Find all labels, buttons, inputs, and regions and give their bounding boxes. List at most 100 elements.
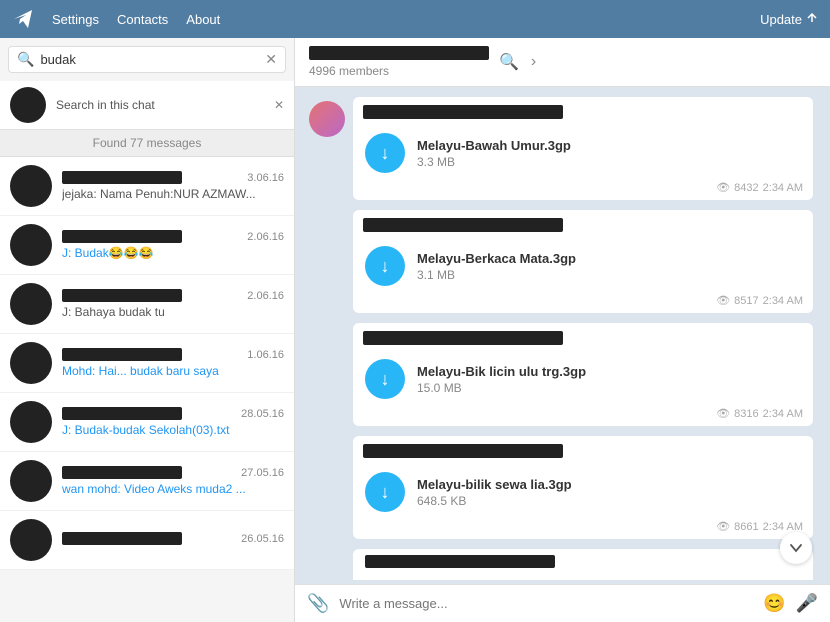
search-icon: 🔍 (17, 51, 34, 68)
sender-name-bar (363, 444, 563, 458)
views-icon: 👁 (716, 407, 730, 420)
list-item[interactable]: 3.06.16 jejaka: Nama Penuh:NUR AZMAW... (0, 157, 294, 216)
chat-name-bar (62, 348, 182, 361)
avatar (10, 460, 52, 502)
sender-name-bar (363, 218, 563, 232)
update-button[interactable]: Update (760, 12, 818, 27)
more-options-icon[interactable]: › (531, 53, 536, 71)
message-block: ↓ Melayu-Bawah Umur.3gp 3.3 MB 👁 8432 2:… (353, 97, 813, 200)
menu-settings[interactable]: Settings (52, 12, 99, 27)
file-name: Melayu-Bawah Umur.3gp (417, 138, 801, 153)
message-time: 2:34 AM (763, 521, 803, 533)
search-bar: 🔍 ✕ (8, 46, 286, 73)
avatar (309, 101, 345, 137)
message-block: ↓ Melayu-bilik sewa lia.3gp 648.5 KB 👁 8… (353, 436, 813, 539)
download-button[interactable]: ↓ (365, 133, 405, 173)
member-count: 4996 members (309, 64, 489, 78)
chat-date: 2.06.16 (247, 231, 284, 243)
scroll-down-button[interactable] (780, 532, 812, 564)
sender-name-bar (363, 105, 563, 119)
avatar (10, 165, 52, 207)
chat-date: 1.06.16 (247, 349, 284, 361)
list-item[interactable]: 28.05.16 J: Budak-budak Sekolah(03).txt (0, 393, 294, 452)
list-item[interactable]: 2.06.16 J: Budak😂😂😂 (0, 216, 294, 275)
view-count: 8661 (734, 521, 758, 533)
close-search-icon[interactable]: ✕ (274, 98, 284, 112)
search-in-chat-label: Search in this chat (56, 98, 155, 112)
sender-name-bar (365, 555, 555, 568)
chat-list: 3.06.16 jejaka: Nama Penuh:NUR AZMAW... … (0, 157, 294, 622)
main-layout: 🔍 ✕ Search in this chat ✕ Found 77 messa… (0, 38, 830, 622)
message-block: ↓ Melayu-Berkaca Mata.3gp 3.1 MB 👁 8517 … (353, 210, 813, 313)
avatar (10, 283, 52, 325)
chat-name-bar (62, 532, 182, 545)
chevron-down-icon (789, 541, 803, 555)
message-block-partial (353, 549, 813, 580)
chat-date: 27.05.16 (241, 467, 284, 479)
right-panel: 4996 members 🔍 › (295, 38, 830, 622)
list-item[interactable]: 1.06.16 Mohd: Hai... budak baru saya (0, 334, 294, 393)
chat-name-bar (62, 407, 182, 420)
chat-preview: wan mohd: Video Aweks muda2 ... (62, 482, 284, 496)
search-in-chat-row: Search in this chat ✕ (0, 81, 294, 130)
view-count: 8316 (734, 408, 758, 420)
list-item[interactable]: 26.05.16 (0, 511, 294, 570)
avatar (10, 224, 52, 266)
found-messages-bar: Found 77 messages (0, 130, 294, 157)
list-item[interactable]: 27.05.16 wan mohd: Video Aweks muda2 ... (0, 452, 294, 511)
chat-name-bar (62, 289, 182, 302)
view-count: 8432 (734, 182, 758, 194)
views-icon: 👁 (716, 294, 730, 307)
avatar (10, 519, 52, 561)
message-input-bar: 📎 😊 🎤 (295, 584, 830, 622)
download-button[interactable]: ↓ (365, 359, 405, 399)
clear-search-icon[interactable]: ✕ (265, 51, 277, 68)
message-group-partial (309, 549, 816, 580)
attach-icon[interactable]: 📎 (307, 593, 329, 614)
emoji-icon[interactable]: 😊 (763, 593, 785, 614)
menu-contacts[interactable]: Contacts (117, 12, 168, 27)
microphone-icon[interactable]: 🎤 (796, 593, 818, 614)
file-name: Melayu-Berkaca Mata.3gp (417, 251, 801, 266)
menu-bar: Settings Contacts About Update (0, 0, 830, 38)
download-button[interactable]: ↓ (365, 472, 405, 512)
message-group: ↓ Melayu-Berkaca Mata.3gp 3.1 MB 👁 8517 … (309, 210, 816, 313)
message-time: 2:34 AM (763, 182, 803, 194)
sender-name-bar (363, 331, 563, 345)
views-icon: 👁 (716, 181, 730, 194)
chat-preview: J: Budak😂😂😂 (62, 246, 284, 260)
left-panel: 🔍 ✕ Search in this chat ✕ Found 77 messa… (0, 38, 295, 622)
chat-preview: jejaka: Nama Penuh:NUR AZMAW... (62, 187, 284, 201)
message-group: ↓ Melayu-Bawah Umur.3gp 3.3 MB 👁 8432 2:… (309, 97, 816, 200)
view-count: 8517 (734, 295, 758, 307)
chat-avatar-small (10, 87, 46, 123)
file-name: Melayu-bilik sewa lia.3gp (417, 477, 801, 492)
chat-date: 26.05.16 (241, 533, 284, 545)
telegram-logo-icon (12, 8, 34, 30)
file-size: 3.1 MB (417, 268, 801, 282)
chat-preview: J: Budak-budak Sekolah(03).txt (62, 423, 284, 437)
file-size: 3.3 MB (417, 155, 801, 169)
file-size: 648.5 KB (417, 494, 801, 508)
message-input[interactable] (339, 596, 753, 611)
message-group: ↓ Melayu-bilik sewa lia.3gp 648.5 KB 👁 8… (309, 436, 816, 539)
chat-title-bar (309, 46, 489, 60)
search-input[interactable] (40, 52, 259, 67)
download-button[interactable]: ↓ (365, 246, 405, 286)
chat-date: 28.05.16 (241, 408, 284, 420)
chat-date: 3.06.16 (247, 172, 284, 184)
chat-name-bar (62, 230, 182, 243)
chat-name-bar (62, 171, 182, 184)
file-name: Melayu-Bik licin ulu trg.3gp (417, 364, 801, 379)
message-block: ↓ Melayu-Bik licin ulu trg.3gp 15.0 MB 👁… (353, 323, 813, 426)
file-size: 15.0 MB (417, 381, 801, 395)
right-panel-wrapper: 4996 members 🔍 › (295, 38, 830, 622)
chat-preview: Mohd: Hai... budak baru saya (62, 364, 284, 378)
avatar (10, 342, 52, 384)
list-item[interactable]: 2.06.16 J: Bahaya budak tu (0, 275, 294, 334)
message-time: 2:34 AM (763, 408, 803, 420)
chat-preview: J: Bahaya budak tu (62, 305, 284, 319)
menu-about[interactable]: About (186, 12, 220, 27)
search-chat-icon[interactable]: 🔍 (499, 52, 519, 72)
chat-date: 2.06.16 (247, 290, 284, 302)
